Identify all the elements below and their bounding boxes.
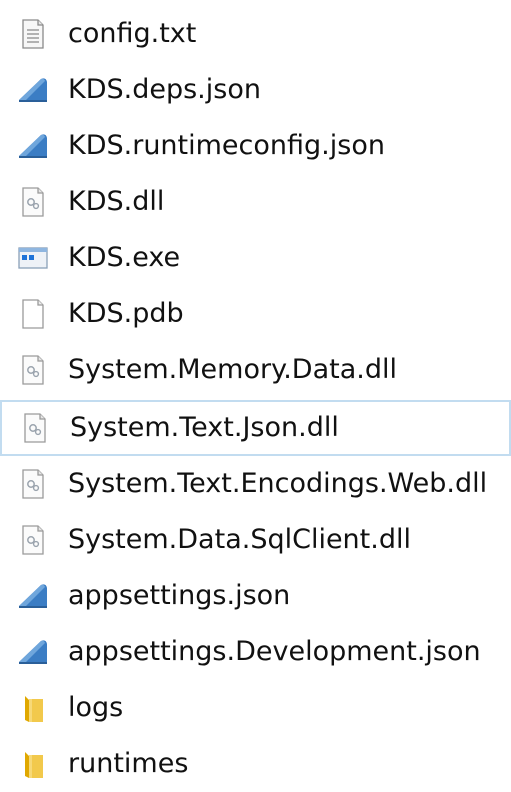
- dll-file-icon: [18, 411, 52, 445]
- file-row-system-memory-data-dll[interactable]: System.Memory.Data.dll: [0, 342, 511, 398]
- file-row-kds-exe[interactable]: KDS.exe: [0, 230, 511, 286]
- file-name: System.Text.Encodings.Web.dll: [68, 467, 488, 499]
- file-name: KDS.pdb: [68, 297, 184, 329]
- blank-file-icon: [16, 297, 50, 331]
- dll-file-icon: [16, 353, 50, 387]
- file-row-system-text-encodings-web-dll[interactable]: System.Text.Encodings.Web.dll: [0, 456, 511, 512]
- file-name: KDS.exe: [68, 241, 181, 273]
- dll-file-icon: [16, 467, 50, 501]
- json-file-icon: [16, 579, 50, 613]
- dll-file-icon: [16, 185, 50, 219]
- file-row-kds-pdb[interactable]: KDS.pdb: [0, 286, 511, 342]
- file-name: System.Text.Json.dll: [70, 411, 339, 443]
- dll-file-icon: [16, 523, 50, 557]
- file-row-kds-dll[interactable]: KDS.dll: [0, 174, 511, 230]
- file-row-kds-deps-json[interactable]: KDS.deps.json: [0, 62, 511, 118]
- file-row-config-txt[interactable]: config.txt: [0, 6, 511, 62]
- json-file-icon: [16, 129, 50, 163]
- exe-file-icon: [16, 241, 50, 275]
- file-name: System.Data.SqlClient.dll: [68, 523, 411, 555]
- file-row-system-text-json-dll[interactable]: System.Text.Json.dll: [0, 400, 511, 456]
- file-name: KDS.runtimeconfig.json: [68, 129, 385, 161]
- text-file-icon: [16, 17, 50, 51]
- file-row-appsettings-json[interactable]: appsettings.json: [0, 568, 511, 624]
- file-row-kds-runtimeconfig-json[interactable]: KDS.runtimeconfig.json: [0, 118, 511, 174]
- file-row-logs[interactable]: logs: [0, 680, 511, 736]
- file-name: KDS.deps.json: [68, 73, 261, 105]
- file-name: config.txt: [68, 17, 197, 49]
- file-name: KDS.dll: [68, 185, 165, 217]
- file-name: logs: [68, 691, 124, 723]
- json-file-icon: [16, 73, 50, 107]
- file-list: config.txt KDS.deps.json KDS.runtimeconf…: [0, 0, 511, 780]
- file-name: appsettings.Development.json: [68, 635, 481, 667]
- json-file-icon: [16, 635, 50, 669]
- folder-icon: [16, 747, 50, 781]
- file-name: System.Memory.Data.dll: [68, 353, 397, 385]
- folder-icon: [16, 691, 50, 725]
- file-row-runtimes[interactable]: runtimes: [0, 736, 511, 792]
- file-row-system-data-sqlclient-dll[interactable]: System.Data.SqlClient.dll: [0, 512, 511, 568]
- file-name: appsettings.json: [68, 579, 291, 611]
- file-name: runtimes: [68, 747, 189, 779]
- file-row-appsettings-development-json[interactable]: appsettings.Development.json: [0, 624, 511, 680]
